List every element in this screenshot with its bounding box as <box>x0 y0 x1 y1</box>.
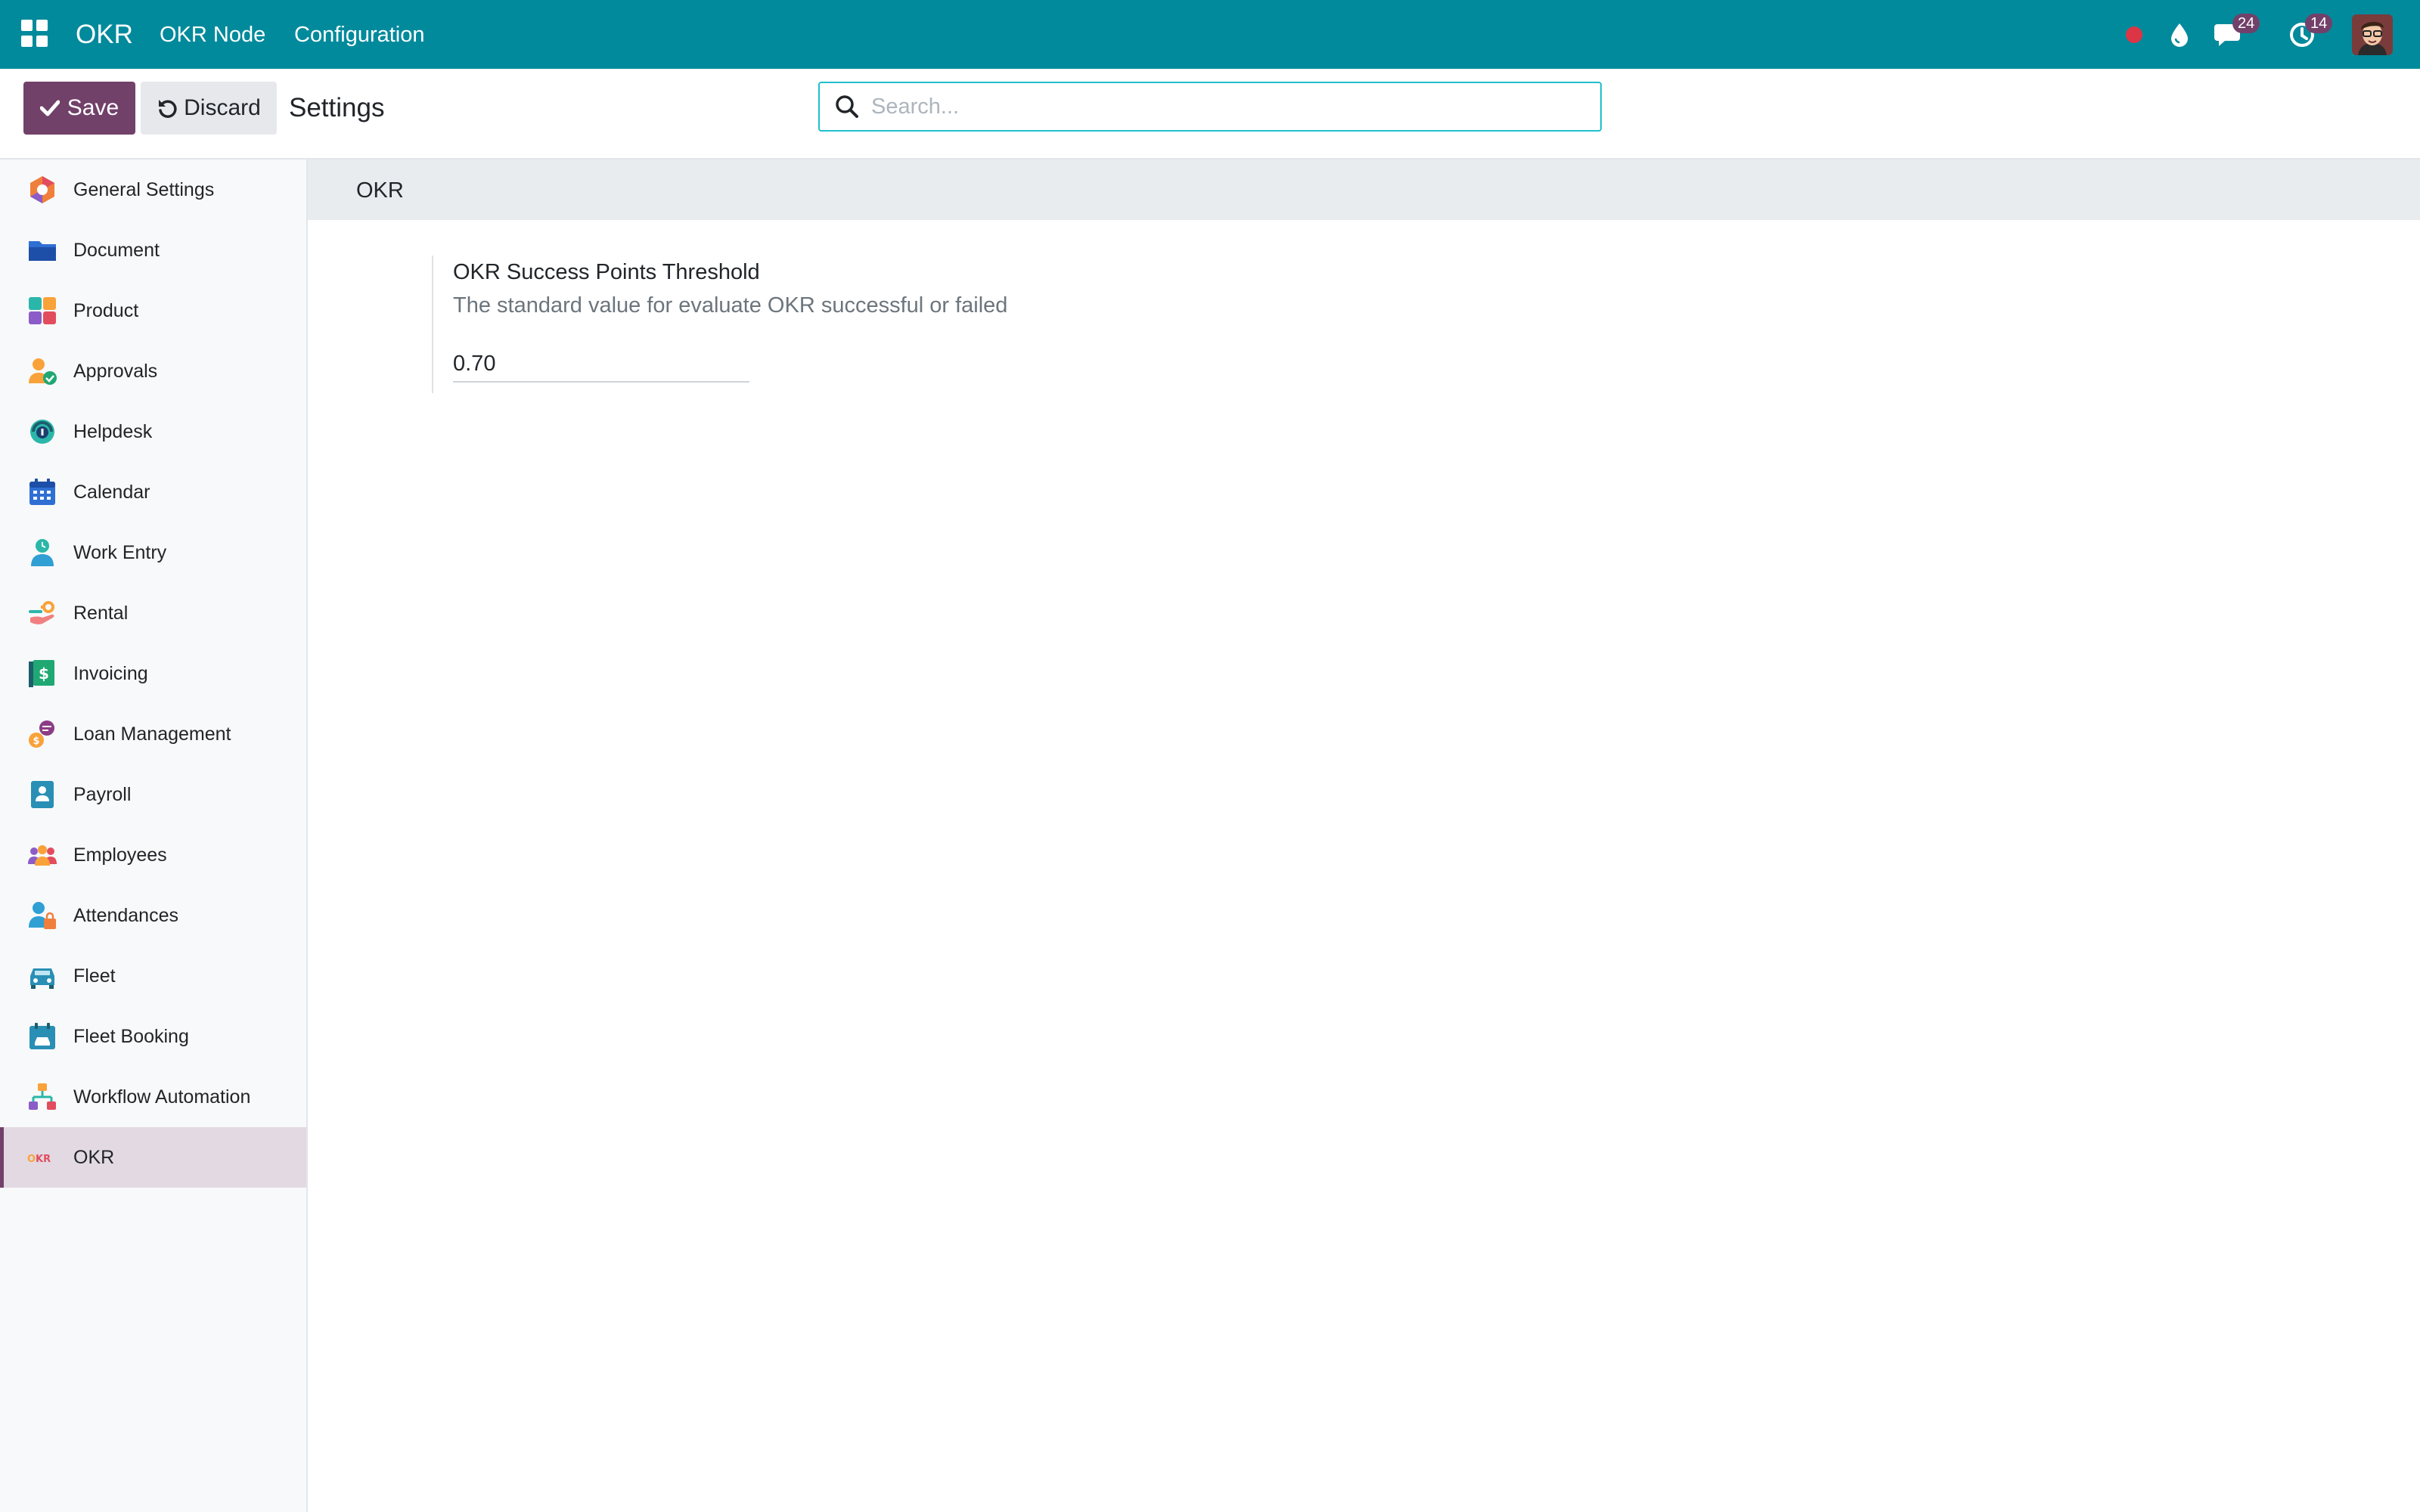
setting-help-text: The standard value for evaluate OKR succ… <box>453 293 1008 318</box>
search-icon <box>836 95 858 118</box>
svg-text:KR: KR <box>36 1154 51 1165</box>
sidebar-item-okr[interactable]: O KR OKR <box>0 1127 306 1188</box>
sidebar-item-employees[interactable]: Employees <box>0 825 306 885</box>
svg-text:$: $ <box>39 665 49 683</box>
setting-label: OKR Success Points Threshold <box>453 260 760 284</box>
calendar-icon <box>29 479 55 505</box>
okr-icon: O KR <box>27 1154 51 1165</box>
settings-sidebar: General Settings Document Product Approv… <box>0 160 308 1512</box>
sidebar-item-approvals[interactable]: Approvals <box>0 341 306 401</box>
invoice-icon: $ <box>29 660 54 687</box>
sidebar-item-helpdesk[interactable]: Helpdesk <box>0 401 306 462</box>
sidebar-item-loan-management[interactable]: $ Loan Management <box>0 704 306 764</box>
top-navbar: OKR OKR Node Configuration 24 14 <box>0 0 2420 69</box>
approvals-icon <box>29 358 57 385</box>
svg-text:$: $ <box>33 736 39 747</box>
messages-icon[interactable] <box>2208 0 2251 69</box>
fleet-icon <box>30 968 54 989</box>
discard-label: Discard <box>184 95 261 120</box>
record-icon[interactable] <box>2118 0 2151 69</box>
payroll-icon <box>31 781 54 808</box>
undo-icon <box>159 100 177 118</box>
threshold-input[interactable] <box>453 346 749 383</box>
svg-text:O: O <box>27 1154 36 1165</box>
search-input[interactable] <box>871 89 1582 124</box>
check-icon <box>39 100 60 116</box>
helpdesk-icon <box>30 420 54 444</box>
employees-icon <box>28 845 57 866</box>
discard-button[interactable]: Discard <box>141 82 277 135</box>
messages-count-badge: 24 <box>2232 14 2260 33</box>
save-button[interactable]: Save <box>23 82 135 135</box>
sidebar-item-fleet-booking[interactable]: Fleet Booking <box>0 1006 306 1067</box>
user-avatar[interactable] <box>2350 0 2394 69</box>
section-title: OKR <box>356 178 404 203</box>
product-icon <box>29 297 56 324</box>
folder-icon <box>29 241 56 261</box>
work-entry-icon <box>31 539 54 566</box>
sidebar-item-calendar[interactable]: Calendar <box>0 462 306 522</box>
sidebar-item-general-settings[interactable]: General Settings <box>0 160 306 220</box>
save-label: Save <box>67 95 119 120</box>
drop-icon[interactable] <box>2163 0 2196 69</box>
rental-icon <box>29 601 54 624</box>
setting-okr-threshold: OKR Success Points Threshold The standar… <box>432 256 1188 393</box>
loan-icon: $ <box>29 720 54 748</box>
menu-okr-node[interactable]: OKR Node <box>160 20 265 49</box>
section-header-okr: OKR <box>308 160 2420 220</box>
workflow-icon <box>29 1083 56 1110</box>
page-title: Settings <box>289 93 385 122</box>
sidebar-item-payroll[interactable]: Payroll <box>0 764 306 825</box>
menu-configuration[interactable]: Configuration <box>294 20 425 49</box>
attendances-icon <box>29 902 56 929</box>
sidebar-item-invoicing[interactable]: $ Invoicing <box>0 643 306 704</box>
sidebar-item-attendances[interactable]: Attendances <box>0 885 306 946</box>
sidebar-item-fleet[interactable]: Fleet <box>0 946 306 1006</box>
app-brand[interactable]: OKR <box>76 18 133 51</box>
sidebar-item-rental[interactable]: Rental <box>0 583 306 643</box>
activity-clock-icon[interactable] <box>2281 0 2323 69</box>
sidebar-item-document[interactable]: Document <box>0 220 306 280</box>
app-menu-icon[interactable] <box>21 20 48 47</box>
sidebar-item-work-entry[interactable]: Work Entry <box>0 522 306 583</box>
fleet-booking-icon <box>29 1023 55 1049</box>
activities-count-badge: 14 <box>2305 14 2333 33</box>
sidebar-item-workflow-automation[interactable]: Workflow Automation <box>0 1067 306 1127</box>
general-settings-icon <box>30 176 54 203</box>
sidebar-item-product[interactable]: Product <box>0 280 306 341</box>
control-panel: Save Discard Settings <box>0 69 2420 160</box>
settings-search <box>818 82 1602 132</box>
